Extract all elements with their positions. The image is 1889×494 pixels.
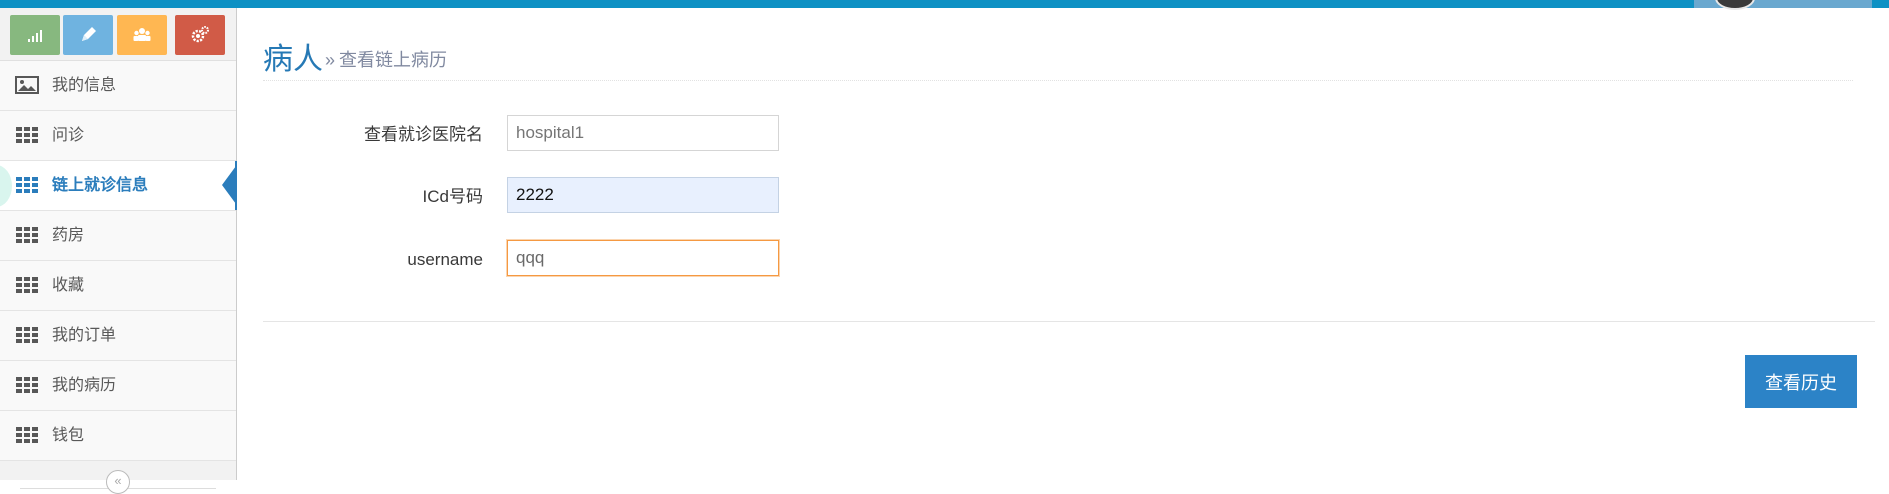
sidebar-item-label: 问诊: [52, 127, 85, 144]
form-actions: 查看历史: [263, 321, 1875, 408]
sidebar-collapse-zone: «: [0, 466, 236, 494]
main-content: 病人 »查看链上病历 查看就诊医院名 ICd号码 username 查看历史: [237, 8, 1889, 480]
username-input[interactable]: [507, 240, 779, 276]
sidebar-item-wallet[interactable]: 钱包: [0, 411, 236, 461]
signal-icon: [28, 30, 42, 42]
sidebar-shortcuts: [0, 8, 236, 61]
grid-icon: [16, 277, 38, 293]
sidebar: 我的信息 问诊 链上就诊信息 药房 收藏 我的订单 我的病历 钱包 «: [0, 8, 237, 494]
view-history-button[interactable]: 查看历史: [1745, 355, 1857, 408]
sidebar-item-my-records[interactable]: 我的病历: [0, 361, 236, 411]
sidebar-item-pharmacy[interactable]: 药房: [0, 211, 236, 261]
sidebar-item-label: 链上就诊信息: [52, 177, 149, 194]
grid-icon: [16, 377, 38, 393]
sidebar-item-label: 钱包: [52, 427, 85, 444]
grid-icon: [16, 327, 38, 343]
grid-icon: [16, 227, 38, 243]
grid-icon: [16, 427, 38, 443]
sidebar-item-favorites[interactable]: 收藏: [0, 261, 236, 311]
active-indicator-glow: [0, 165, 12, 207]
page-subtitle-text: 查看链上病历: [339, 50, 448, 70]
sidebar-item-my-orders[interactable]: 我的订单: [0, 311, 236, 361]
top-navbar: [0, 0, 1889, 10]
icd-input[interactable]: [507, 177, 779, 213]
sidebar-item-label: 我的病历: [52, 377, 117, 394]
page-subtitle: » 查看链上病历: [325, 46, 447, 72]
cogs-icon: [191, 26, 209, 43]
grid-icon: [16, 177, 38, 193]
icd-label: ICd号码: [422, 187, 483, 206]
breadcrumb-separator-icon: »: [325, 50, 336, 70]
hospital-label: 查看就诊医院名: [364, 125, 483, 144]
form-row-username: username: [263, 240, 823, 280]
user-menu-area[interactable]: [1694, 0, 1872, 10]
shortcut-signal-button[interactable]: [10, 15, 60, 55]
sidebar-item-label: 药房: [52, 227, 85, 244]
sidebar-item-onchain-visits[interactable]: 链上就诊信息: [0, 161, 237, 211]
sidebar-item-label: 收藏: [52, 277, 85, 294]
picture-icon: [15, 76, 39, 94]
hospital-input[interactable]: [507, 115, 779, 151]
sidebar-item-label: 我的信息: [52, 77, 117, 94]
form-row-hospital: 查看就诊医院名: [263, 115, 823, 155]
active-caret-icon: [222, 166, 236, 204]
username-label: username: [407, 250, 483, 269]
sidebar-item-consultation[interactable]: 问诊: [0, 111, 236, 161]
group-icon: [133, 28, 151, 41]
shortcut-group-button[interactable]: [117, 15, 167, 55]
form-row-icd: ICd号码: [263, 177, 823, 217]
shortcut-cogs-button[interactable]: [175, 15, 225, 55]
page-header: 病人 » 查看链上病历: [263, 22, 1853, 81]
page-title: 病人: [263, 43, 323, 76]
double-chevron-left-icon[interactable]: «: [106, 470, 130, 494]
sidebar-item-my-info[interactable]: 我的信息: [0, 61, 236, 111]
sidebar-item-label: 我的订单: [52, 327, 117, 344]
grid-icon: [16, 127, 38, 143]
pencil-icon: [82, 27, 96, 41]
shortcut-pencil-button[interactable]: [63, 15, 113, 55]
